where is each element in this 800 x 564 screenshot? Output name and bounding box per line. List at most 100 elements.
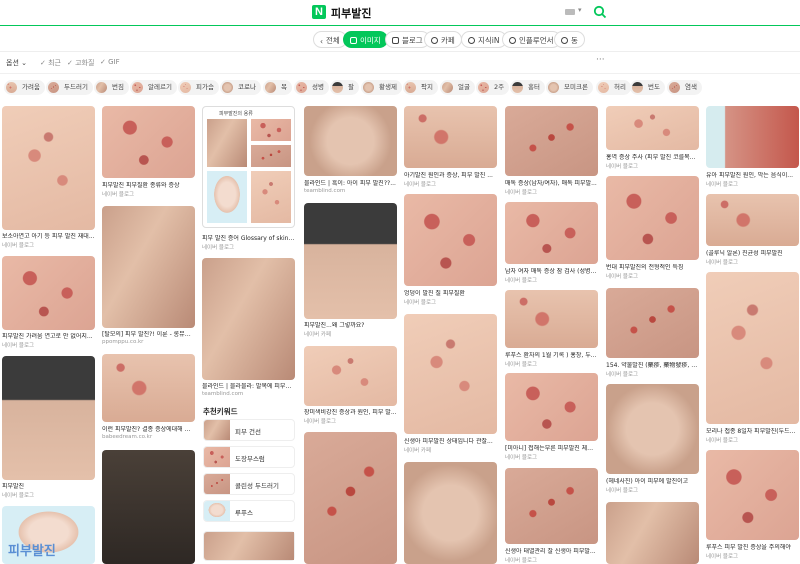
chip[interactable]: 피가슴 bbox=[178, 80, 219, 95]
result-source[interactable]: 네이버 블로그 bbox=[706, 180, 738, 188]
result-caption[interactable]: 피부발진 피부질환 종류와 증상 bbox=[102, 182, 195, 189]
chip[interactable]: 가려움 bbox=[4, 80, 45, 95]
result-image[interactable] bbox=[706, 450, 799, 540]
result-source[interactable]: 네이버 블로그 bbox=[2, 241, 34, 249]
result-caption[interactable]: 루푸스 환자의 1월 기록 ) 홍창, 두... bbox=[505, 352, 598, 359]
result-source[interactable]: 네이버 블로그 bbox=[706, 436, 738, 444]
result-source[interactable]: teamblind.com bbox=[304, 188, 345, 194]
chip[interactable]: 성병 bbox=[294, 80, 329, 95]
result-caption[interactable]: 블라인드 | 흑이: 아이 피부 발진??... bbox=[304, 180, 397, 187]
result-caption[interactable]: 모리나 접종 8일차 피부발진(두드러... bbox=[706, 428, 799, 435]
result-source[interactable]: 네이버 블로그 bbox=[2, 341, 34, 349]
result-image[interactable] bbox=[706, 272, 799, 424]
result-source[interactable]: 네이버 블로그 bbox=[706, 258, 738, 266]
result-image[interactable] bbox=[606, 384, 699, 474]
tab-influencer[interactable]: 인플루언서 bbox=[502, 31, 561, 48]
result-image[interactable] bbox=[606, 176, 699, 260]
result-image[interactable] bbox=[706, 194, 799, 246]
result-caption[interactable]: 154. 약물발진 (藥疹, 藥物發疹, Dru... bbox=[606, 362, 699, 369]
result-image[interactable] bbox=[2, 106, 95, 230]
filter-recent[interactable]: ✓ 최근 bbox=[40, 58, 61, 68]
result-source[interactable]: 네이버 블로그 bbox=[505, 453, 537, 461]
result-image[interactable] bbox=[304, 203, 397, 319]
result-image[interactable]: 피부발진의 용류 bbox=[202, 106, 295, 228]
result-source[interactable]: 네이버 블로그 bbox=[202, 243, 234, 251]
keyword-item[interactable]: 루푸스 bbox=[203, 500, 295, 522]
filter-hd[interactable]: ✓ 고화질 bbox=[67, 58, 94, 68]
chevron-down-icon[interactable]: ▾ bbox=[578, 6, 582, 14]
result-source[interactable]: 네이버 카페 bbox=[404, 446, 431, 454]
result-caption[interactable]: 장미색비강진 증상과 원인, 피부 발... bbox=[304, 409, 397, 416]
chip[interactable]: 번도 bbox=[630, 80, 665, 95]
result-source[interactable]: 네이버 블로그 bbox=[102, 190, 134, 198]
result-caption[interactable]: 신생아 태열관리 잘 신생아 피부발... bbox=[505, 548, 598, 555]
search-icon[interactable] bbox=[593, 5, 607, 19]
result-image[interactable] bbox=[606, 288, 699, 358]
result-image[interactable] bbox=[102, 450, 195, 564]
search-query-text[interactable]: 피부발진 bbox=[331, 5, 371, 21]
tab-cafe[interactable]: 카페 bbox=[424, 31, 462, 48]
result-caption[interactable]: 루푸스 피부 발진 증상을 주의해야 bbox=[706, 544, 799, 551]
result-caption[interactable]: 번대 피부발진의 전형적인 특징 bbox=[606, 264, 699, 271]
result-source[interactable]: 네이버 블로그 bbox=[505, 556, 537, 564]
result-image[interactable] bbox=[304, 346, 397, 406]
result-image[interactable] bbox=[102, 206, 195, 328]
result-caption[interactable]: 유아 피부발진 원인, 막는 음식이... bbox=[706, 172, 799, 179]
keyword-item[interactable]: 도장부스럼 bbox=[203, 446, 295, 468]
result-caption[interactable]: 이런 피부발진? 결종 증상에대해 아... bbox=[102, 426, 195, 433]
result-source[interactable]: teamblind.com bbox=[202, 391, 243, 397]
result-source[interactable]: 네이버 블로그 bbox=[606, 370, 638, 378]
result-image[interactable] bbox=[706, 106, 799, 168]
result-caption[interactable]: (헤네사진) 아이 피부에 발진이고 bbox=[606, 478, 699, 485]
result-source[interactable]: 네이버 블로그 bbox=[404, 180, 436, 188]
chip[interactable]: 2주 bbox=[476, 80, 510, 95]
result-source[interactable]: 네이버 블로그 bbox=[404, 298, 436, 306]
chip[interactable]: 목 bbox=[263, 80, 292, 95]
result-source[interactable]: babeedream.co.kr bbox=[102, 434, 152, 440]
tab-all[interactable]: ‹ 전체 bbox=[313, 31, 347, 48]
chip[interactable]: 염색 bbox=[667, 80, 702, 95]
result-source[interactable]: 네이버 블로그 bbox=[505, 276, 537, 284]
result-caption[interactable]: [탈모의] 피부 발진?! 이룬 - 롱뮤자... bbox=[102, 331, 195, 338]
result-caption[interactable]: 피부발진 가려움 연고로 안 없어지... bbox=[2, 333, 95, 340]
options-toggle[interactable]: 옵션 ⌄ bbox=[6, 58, 27, 68]
result-caption[interactable]: 아기발진 원인과 증상, 피부 발진 ... bbox=[404, 172, 497, 179]
result-caption[interactable]: 피부 발진 증어 Glossary of skin ras... bbox=[202, 235, 295, 242]
chip[interactable]: 얼굴 bbox=[440, 80, 475, 95]
result-image[interactable] bbox=[606, 502, 699, 564]
naver-logo[interactable]: N bbox=[312, 5, 326, 19]
result-source[interactable]: 네이버 블로그 bbox=[505, 360, 537, 368]
result-source[interactable]: 네이버 블로그 bbox=[2, 491, 34, 499]
result-image[interactable] bbox=[2, 356, 95, 480]
result-source[interactable]: 네이버 블로그 bbox=[606, 162, 638, 170]
result-caption[interactable]: 피부발진...왜 그렇까요? bbox=[304, 322, 397, 329]
result-image[interactable] bbox=[606, 106, 699, 150]
result-image[interactable] bbox=[304, 432, 397, 564]
result-source[interactable]: 네이버 블로그 bbox=[606, 272, 638, 280]
result-image[interactable] bbox=[404, 194, 497, 286]
result-caption[interactable]: (골루닉 알론) 진균성 피부발진 bbox=[706, 250, 799, 257]
keyword-item[interactable]: 피부 건선 bbox=[203, 419, 295, 441]
result-image[interactable] bbox=[102, 106, 195, 178]
result-image[interactable] bbox=[505, 290, 598, 348]
chip[interactable]: 홍터 bbox=[510, 80, 545, 95]
result-caption[interactable]: 피부발진 bbox=[2, 483, 95, 490]
chip[interactable]: 알레르기 bbox=[130, 80, 177, 95]
chip[interactable]: 팔 bbox=[330, 80, 359, 95]
result-source[interactable]: 네이버 블로그 bbox=[606, 486, 638, 494]
tab-kin[interactable]: 지식iN bbox=[461, 31, 507, 48]
result-caption[interactable]: 블라인드 | 블라블라: 발목에 피부발... bbox=[202, 383, 295, 390]
tab-video[interactable]: 동 bbox=[554, 31, 585, 48]
result-image[interactable] bbox=[404, 106, 497, 168]
result-caption[interactable]: 보소아연고 아기 등 피부 발진 재대... bbox=[2, 233, 95, 240]
chip[interactable]: 황생제 bbox=[361, 80, 402, 95]
result-image[interactable] bbox=[404, 314, 497, 434]
result-caption[interactable]: 남자 여자 매독 증상 잠 검사 (성병... bbox=[505, 268, 598, 275]
chip[interactable]: 허리 bbox=[596, 80, 631, 95]
result-source[interactable]: ppomppu.co.kr bbox=[102, 339, 143, 345]
result-image[interactable] bbox=[102, 354, 195, 422]
result-image[interactable] bbox=[404, 462, 497, 564]
result-image[interactable] bbox=[505, 106, 598, 176]
chip[interactable]: 모미크론 bbox=[546, 80, 593, 95]
result-source[interactable]: 네이버 블로그 bbox=[505, 188, 537, 196]
